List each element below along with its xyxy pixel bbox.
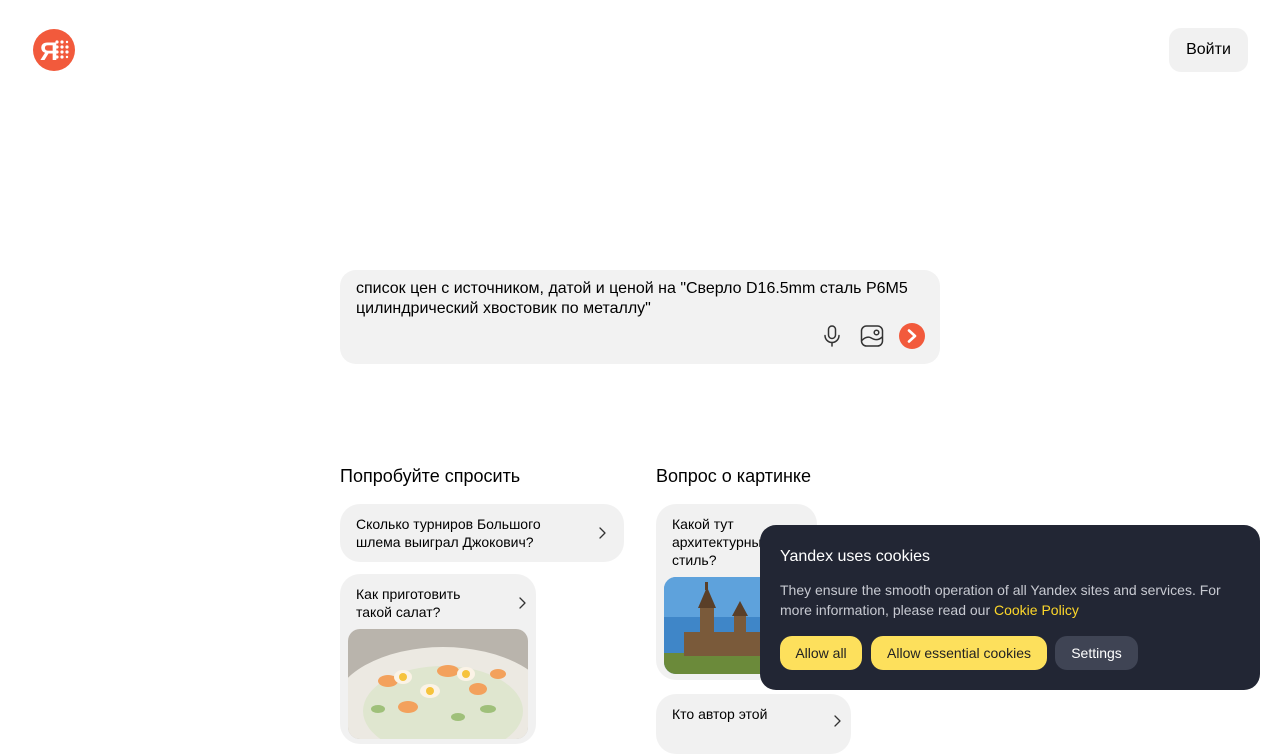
suggestion-text: Кто автор этой — [672, 706, 768, 722]
suggestion-card[interactable]: Сколько турниров Большого шлема выиграл … — [340, 504, 624, 562]
search-box[interactable]: список цен с источником, датой и ценой н… — [340, 270, 940, 364]
yandex-logo-icon: Я — [40, 38, 69, 66]
chevron-right-icon — [834, 715, 841, 727]
svg-text:Я: Я — [40, 38, 58, 66]
cookie-policy-link[interactable]: Cookie Policy — [994, 602, 1079, 618]
arrow-right-icon — [907, 329, 917, 343]
suggestion-text: Сколько турниров Большого шлема выиграл … — [356, 516, 541, 550]
search-submit-button[interactable] — [899, 323, 925, 349]
allow-essential-cookies-button[interactable]: Allow essential cookies — [871, 636, 1047, 670]
yandex-logo[interactable]: Я — [33, 29, 75, 71]
suggestion-card[interactable]: Как приготовить такой салат? — [340, 574, 536, 744]
image-search-icon[interactable] — [860, 324, 884, 348]
salad-image — [348, 629, 528, 739]
chevron-right-icon — [599, 527, 606, 539]
cookie-banner: Yandex uses cookies They ensure the smoo… — [760, 525, 1260, 690]
cookie-banner-title: Yandex uses cookies — [780, 548, 931, 565]
search-input[interactable]: список цен с источником, датой и ценой н… — [356, 279, 928, 319]
suggestion-card[interactable]: Кто автор этой — [656, 694, 851, 754]
allow-all-cookies-button[interactable]: Allow all — [780, 636, 862, 670]
cookie-banner-text: They ensure the smooth operation of all … — [780, 580, 1240, 620]
image-question-title: Вопрос о картинке — [656, 466, 812, 486]
microphone-icon[interactable] — [820, 324, 844, 348]
suggestion-text: Как приготовить такой салат? — [356, 586, 461, 620]
login-button[interactable]: Войти — [1169, 28, 1248, 72]
try-asking-title: Попробуйте спросить — [340, 466, 521, 486]
cookie-settings-button[interactable]: Settings — [1055, 636, 1138, 670]
chevron-right-icon — [519, 597, 526, 609]
